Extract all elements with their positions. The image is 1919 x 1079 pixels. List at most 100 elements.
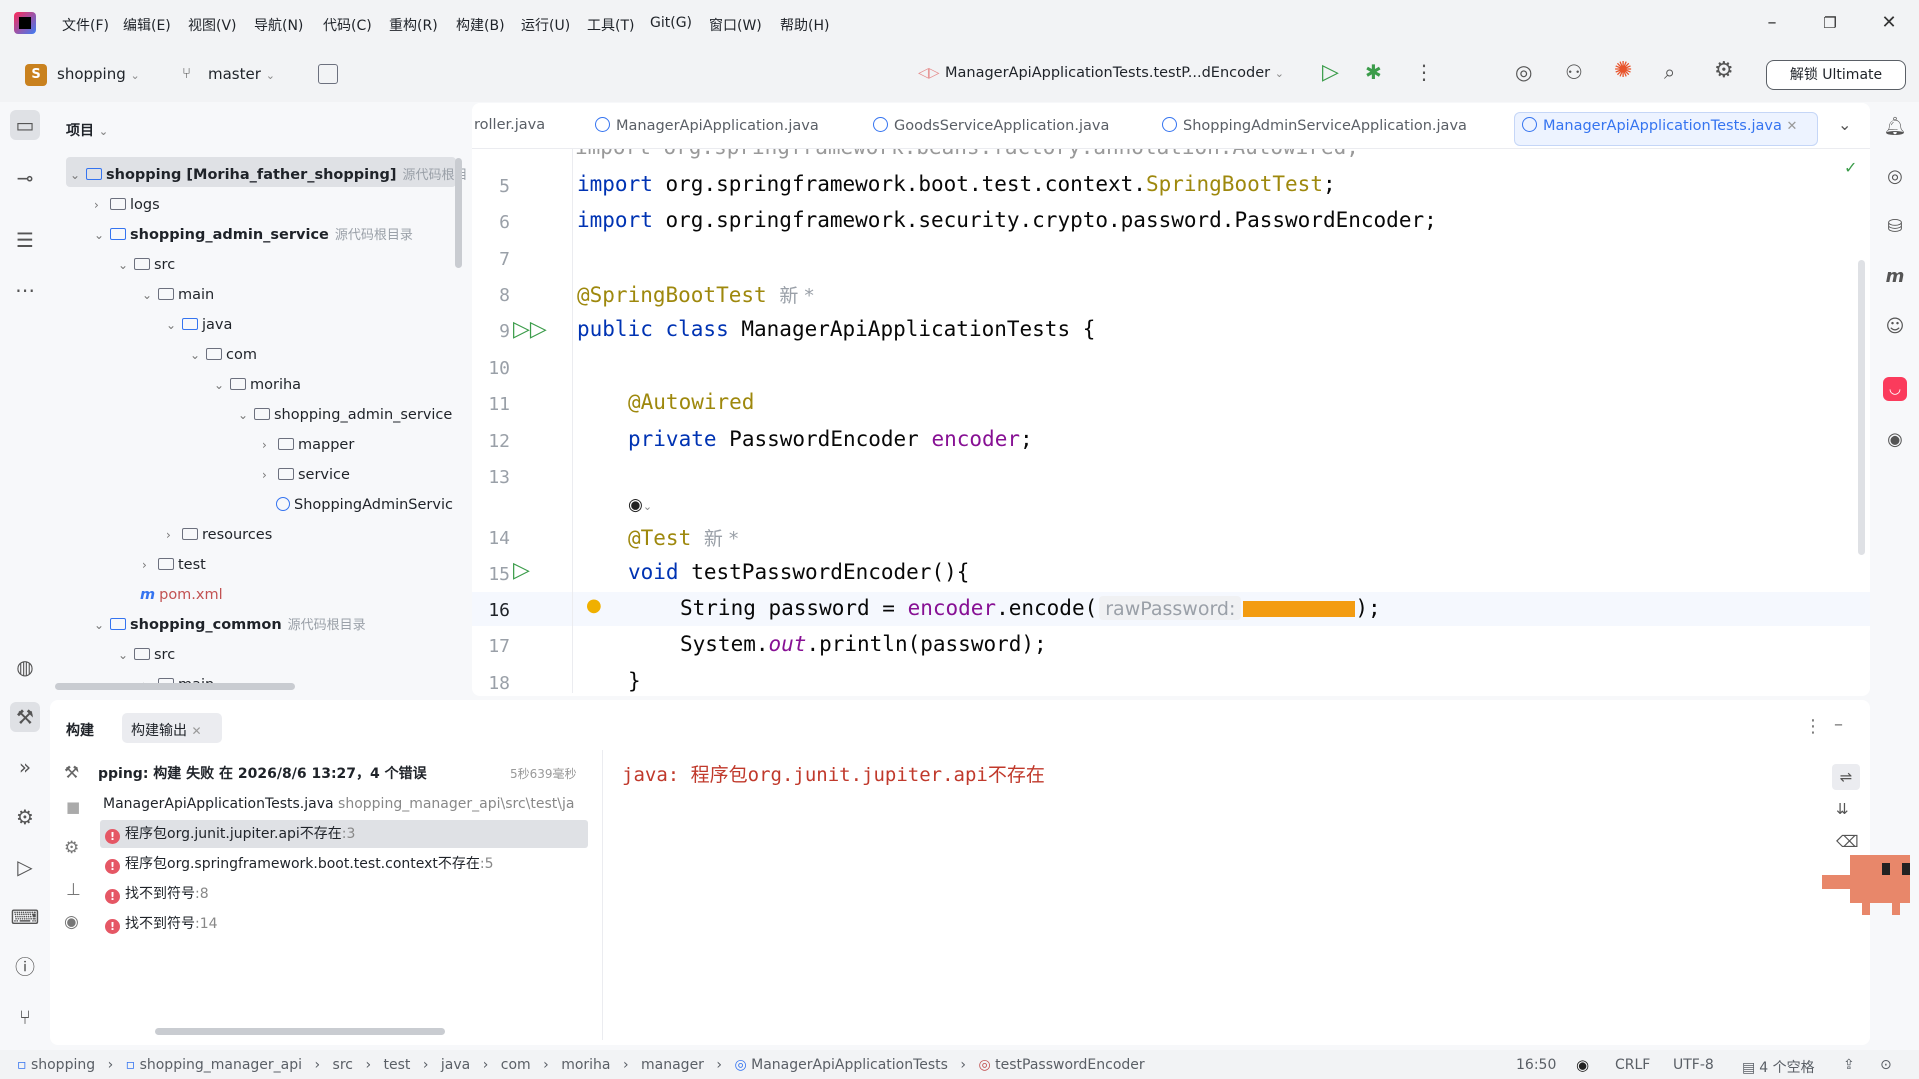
file-encoding[interactable]: UTF-8 bbox=[1673, 1057, 1714, 1073]
commit-tool-icon[interactable]: ⊸ bbox=[10, 163, 40, 193]
menu-build[interactable]: 构建(B) bbox=[456, 15, 505, 35]
eye-icon[interactable]: ◉ bbox=[64, 912, 79, 932]
tree-item-shopping-root[interactable]: ⌄ shopping [Moriha_father_shopping] 源代码根目 bbox=[70, 164, 467, 186]
tree-item-mapper[interactable]: › mapper bbox=[262, 434, 354, 456]
tree-item-test[interactable]: › test bbox=[142, 554, 206, 576]
hammer-icon[interactable]: ⚒ bbox=[64, 763, 79, 783]
ai-inline-icon[interactable]: ◉⌄ bbox=[628, 495, 652, 515]
ai-status-icon[interactable]: ◉ bbox=[1576, 1056, 1589, 1074]
minimize-icon[interactable]: – bbox=[1757, 12, 1787, 33]
tree-item-shopping-common[interactable]: ⌄ shopping_common 源代码根目录 bbox=[94, 614, 366, 636]
unlock-ultimate-button[interactable]: 解锁 Ultimate bbox=[1766, 60, 1906, 90]
problems-tool-icon[interactable]: ⓘ bbox=[10, 952, 40, 982]
build-output-tab[interactable]: 构建输出 ✕ bbox=[131, 720, 202, 740]
search-icon[interactable]: ⌕ bbox=[1664, 60, 1675, 84]
tree-item-package-admin-service[interactable]: ⌄ shopping_admin_service bbox=[238, 404, 452, 426]
close-tab-icon[interactable]: ✕ bbox=[191, 724, 201, 738]
menu-window[interactable]: 窗口(W) bbox=[709, 15, 762, 35]
intention-bulb-icon[interactable]: ● bbox=[586, 595, 602, 616]
tab-roller-java[interactable]: roller.java bbox=[474, 117, 545, 133]
menu-code[interactable]: 代码(C) bbox=[323, 15, 372, 35]
close-window-icon[interactable]: ✕ bbox=[1874, 12, 1904, 33]
build-error-row[interactable]: ! 找不到符号:8 bbox=[105, 882, 209, 906]
ai-tool-icon[interactable]: ◉ bbox=[1880, 425, 1910, 455]
vcs-status-icon[interactable]: ⊙ bbox=[1880, 1057, 1892, 1073]
project-hscrollbar[interactable] bbox=[55, 683, 295, 690]
run-icon[interactable]: ▷ bbox=[1322, 60, 1339, 85]
build-options-icon[interactable]: ⋮ bbox=[1804, 716, 1822, 737]
more-actions-icon[interactable]: ⋮ bbox=[1414, 60, 1434, 84]
run-class-gutter-icon[interactable]: ▷▷ bbox=[513, 317, 547, 342]
terminal-tool-icon[interactable]: ⌨ bbox=[10, 902, 40, 932]
database-icon[interactable]: ⛁ bbox=[1880, 212, 1910, 242]
menu-help[interactable]: 帮助(H) bbox=[780, 15, 829, 35]
tree-item-src[interactable]: ⌄ src bbox=[118, 254, 175, 276]
expand-tools-icon[interactable]: » bbox=[10, 752, 40, 782]
run-tool-icon[interactable]: ▷ bbox=[10, 852, 40, 882]
build-error-row[interactable]: ! 程序包org.junit.jupiter.api不存在:3 bbox=[105, 822, 355, 846]
debug-icon[interactable]: ✱ bbox=[1365, 60, 1382, 84]
menu-navigate[interactable]: 导航(N) bbox=[254, 15, 303, 35]
build-hscrollbar[interactable] bbox=[155, 1028, 445, 1035]
ai-assistant-icon[interactable]: ◎ bbox=[1515, 60, 1532, 84]
breadcrumb-item[interactable]: com bbox=[501, 1057, 531, 1073]
editor-vscrollbar[interactable] bbox=[1858, 260, 1865, 555]
tree-item-service[interactable]: › service bbox=[262, 464, 350, 486]
menu-run[interactable]: 运行(U) bbox=[521, 15, 570, 35]
hide-panel-icon[interactable]: – bbox=[1834, 714, 1843, 735]
run-test-gutter-icon[interactable]: ▷ bbox=[513, 558, 530, 583]
plugin-tool-icon[interactable]: ◡ bbox=[1883, 377, 1907, 401]
tree-item-java[interactable]: ⌄ java bbox=[166, 314, 232, 336]
project-selector[interactable]: shopping ⌄ bbox=[57, 65, 140, 83]
close-tab-icon[interactable]: ✕ bbox=[1786, 119, 1797, 134]
git-tool-icon[interactable]: ⑂ bbox=[10, 1002, 40, 1032]
breadcrumb-item[interactable]: shopping_manager_api bbox=[140, 1057, 302, 1073]
plugin-icon[interactable]: ✺ bbox=[1614, 58, 1632, 83]
tree-item-logs[interactable]: › logs bbox=[94, 194, 160, 216]
line-separator[interactable]: CRLF bbox=[1615, 1057, 1650, 1073]
menu-view[interactable]: 视图(V) bbox=[188, 15, 237, 35]
tree-item-shopping-admin-service-class[interactable]: ShoppingAdminServic bbox=[276, 494, 466, 516]
restore-icon[interactable]: ❐ bbox=[1815, 14, 1845, 32]
read-only-toggle-icon[interactable]: ⇪ bbox=[1843, 1057, 1855, 1073]
tree-item-pom-xml[interactable]: m pom.xml bbox=[140, 584, 223, 606]
menu-edit[interactable]: 编辑(E) bbox=[123, 15, 171, 35]
menu-file[interactable]: 文件(F) bbox=[62, 15, 109, 35]
maven-tool-icon[interactable]: m bbox=[1880, 262, 1910, 292]
breadcrumb-item[interactable]: shopping bbox=[31, 1057, 95, 1073]
ai-chat-icon[interactable]: ◎ bbox=[1880, 162, 1910, 192]
branch-selector[interactable]: master ⌄ bbox=[208, 65, 275, 83]
tree-item-com[interactable]: ⌄ com bbox=[190, 344, 257, 366]
breadcrumb-item[interactable]: java bbox=[441, 1057, 470, 1073]
tree-item-moriha[interactable]: ⌄ moriha bbox=[214, 374, 301, 396]
build-tab-title[interactable]: 构建 bbox=[66, 720, 94, 740]
project-tool-icon[interactable]: ▭ bbox=[10, 110, 40, 140]
breadcrumb-item[interactable]: src bbox=[333, 1057, 353, 1073]
indent-settings[interactable]: ▤ 4 个空格 bbox=[1742, 1057, 1815, 1077]
tree-item-main[interactable]: ⌄ main bbox=[142, 284, 214, 306]
breadcrumb-item[interactable]: moriha bbox=[561, 1057, 610, 1073]
tree-item-shopping-admin-service[interactable]: ⌄ shopping_admin_service 源代码根目录 bbox=[94, 224, 413, 246]
project-vscrollbar[interactable] bbox=[455, 158, 462, 268]
build-error-row[interactable]: ! 程序包org.springframework.boot.test.contex… bbox=[105, 852, 494, 876]
tree-item-resources[interactable]: › resources bbox=[166, 524, 272, 546]
settings-icon[interactable]: ⚙ bbox=[1714, 58, 1734, 83]
breadcrumb-item[interactable]: ManagerApiApplicationTests bbox=[751, 1057, 948, 1073]
breadcrumb-item[interactable]: manager bbox=[641, 1057, 704, 1073]
tree-item-common-src[interactable]: ⌄ src bbox=[118, 644, 175, 666]
project-panel-title[interactable]: 项目 ⌄ bbox=[66, 120, 108, 140]
services-tool-icon[interactable]: ⚙ bbox=[10, 802, 40, 832]
scroll-to-end-icon[interactable]: ⇊ bbox=[1836, 800, 1849, 818]
pin-icon[interactable]: ⊥ bbox=[66, 880, 81, 900]
tab-list-chevron-icon[interactable]: ⌄ bbox=[1838, 115, 1851, 134]
run-config-selector[interactable]: ManagerApiApplicationTests.testP...dEnco… bbox=[945, 65, 1284, 81]
web-tool-icon[interactable]: ◍ bbox=[10, 652, 40, 682]
menu-tools[interactable]: 工具(T) bbox=[587, 15, 634, 35]
soft-wrap-icon[interactable]: ⇌ bbox=[1832, 764, 1860, 790]
build-root-row[interactable]: pping: 构建 失败 在 2026/8/6 13:27，4 个错误 5秒639… bbox=[98, 762, 583, 786]
save-icon[interactable] bbox=[318, 64, 338, 84]
structure-tool-icon[interactable]: ☰ bbox=[10, 225, 40, 255]
tab-manager-api-application-tests[interactable]: ManagerApiApplicationTests.java ✕ bbox=[1522, 117, 1797, 134]
tab-manager-api-application[interactable]: ManagerApiApplication.java bbox=[595, 117, 819, 134]
build-error-row[interactable]: ! 找不到符号:14 bbox=[105, 912, 218, 936]
